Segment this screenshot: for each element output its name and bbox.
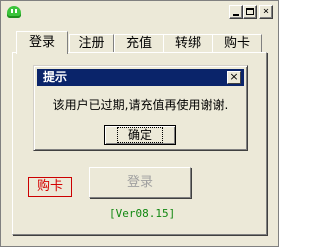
close-button[interactable]: ×: [259, 5, 273, 19]
close-icon: ×: [262, 6, 270, 17]
dialog-title-bar[interactable]: 提示 ×: [37, 69, 244, 86]
version-label: [Ver08.15]: [109, 207, 176, 220]
app-icon: [7, 6, 21, 18]
minimize-button[interactable]: [229, 5, 243, 19]
buy-card-button[interactable]: 购卡: [28, 177, 72, 197]
minimize-icon: [233, 14, 239, 16]
maximize-button[interactable]: [243, 5, 257, 19]
close-icon: ×: [229, 70, 239, 83]
title-bar[interactable]: ×: [1, 1, 278, 25]
tab-transfer-bind[interactable]: 转绑: [163, 34, 213, 53]
app-window: × 登录 注册 充值 转绑 购卡 提示 × 该用户已过期,请充值再使用谢谢. 确…: [0, 0, 279, 247]
ok-button-label: 确定: [116, 127, 163, 143]
tab-register[interactable]: 注册: [69, 34, 114, 53]
tab-login[interactable]: 登录: [16, 31, 68, 54]
tab-recharge[interactable]: 充值: [114, 34, 164, 53]
dialog-close-button[interactable]: ×: [227, 71, 241, 84]
alert-dialog: 提示 × 该用户已过期,请充值再使用谢谢. 确定: [33, 65, 248, 151]
tab-buy-card[interactable]: 购卡: [212, 34, 262, 53]
dialog-message: 该用户已过期,请充值再使用谢谢.: [52, 98, 229, 112]
login-button[interactable]: 登录: [89, 167, 191, 198]
maximize-icon: [246, 8, 254, 15]
ok-button[interactable]: 确定: [104, 125, 176, 145]
dialog-title: 提示: [43, 70, 68, 84]
